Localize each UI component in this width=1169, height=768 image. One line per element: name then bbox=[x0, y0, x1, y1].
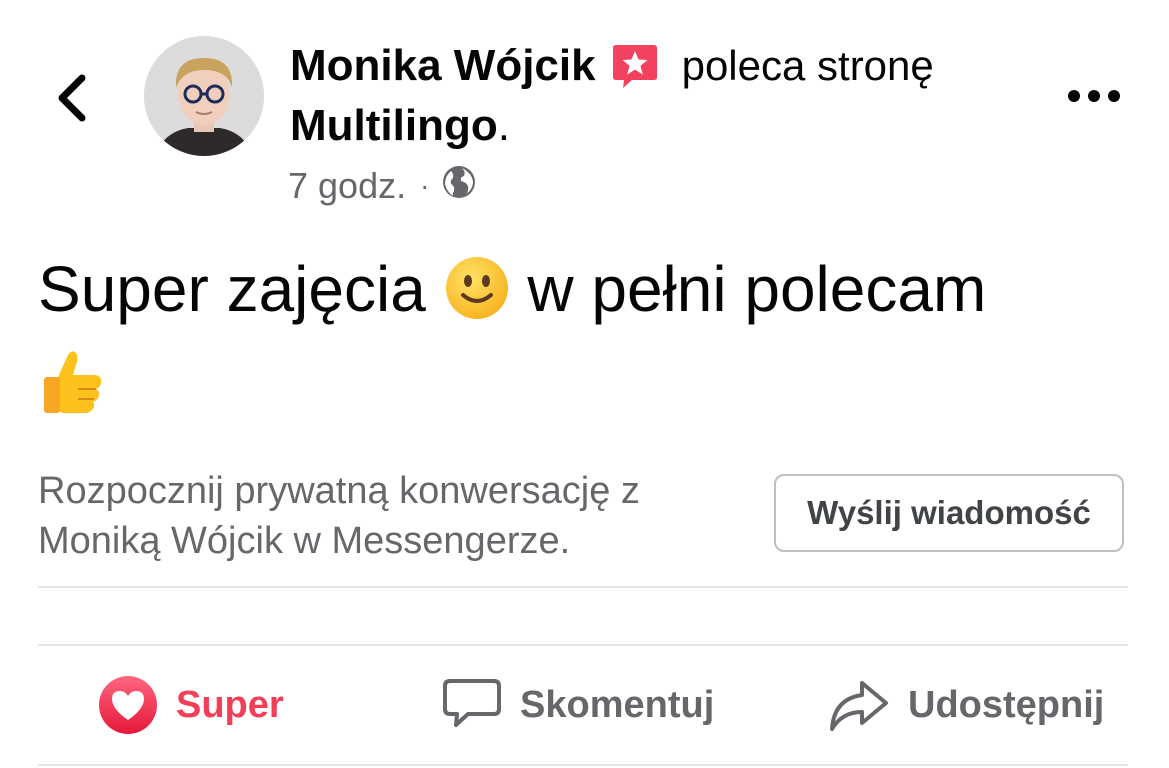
post-meta: 7 godz. · bbox=[288, 164, 477, 208]
comment-bubble-icon bbox=[443, 679, 501, 727]
post-text-part2: w pełni polecam bbox=[527, 253, 987, 325]
globe-icon bbox=[441, 164, 477, 209]
page-name-link[interactable]: Multilingo bbox=[290, 101, 498, 151]
page-name-suffix: . bbox=[497, 101, 510, 150]
post-header: Monika Wójcik poleca stronę bbox=[290, 40, 934, 92]
action-text: poleca stronę bbox=[681, 42, 934, 89]
recommendation-star-icon bbox=[610, 41, 660, 91]
meta-separator: · bbox=[420, 170, 430, 201]
more-options-button[interactable] bbox=[1064, 70, 1124, 122]
comment-button[interactable]: Skomentuj bbox=[442, 650, 714, 760]
share-label: Udostępnij bbox=[908, 683, 1105, 726]
post-time[interactable]: 7 godz. bbox=[288, 165, 406, 207]
divider-top bbox=[38, 586, 1128, 588]
divider-bottom bbox=[38, 764, 1128, 766]
like-button[interactable]: Super bbox=[98, 650, 284, 760]
more-dots-icon bbox=[1068, 90, 1120, 102]
page-line: Multilingo. bbox=[290, 100, 510, 152]
back-button[interactable] bbox=[44, 66, 100, 130]
like-label: Super bbox=[176, 683, 284, 726]
post-text: Super zajęcia w pełni polecam bbox=[38, 246, 1128, 438]
avatar[interactable] bbox=[144, 36, 264, 156]
messenger-cta-text: Rozpocznij prywatną konwersację z Moniką… bbox=[38, 470, 640, 562]
post-text-part1: Super zajęcia bbox=[38, 253, 426, 325]
share-button[interactable]: Udostępnij bbox=[828, 650, 1104, 760]
avatar-image bbox=[144, 36, 264, 156]
comment-label: Skomentuj bbox=[520, 683, 715, 726]
divider-middle bbox=[38, 644, 1128, 646]
action-bar: Super Skomentuj Udostępnij bbox=[38, 650, 1128, 760]
author-name[interactable]: Monika Wójcik bbox=[290, 41, 596, 91]
send-message-button[interactable]: Wyślij wiadomość bbox=[774, 474, 1124, 552]
chevron-left-icon bbox=[58, 74, 86, 122]
slightly-smiling-face-icon bbox=[444, 255, 510, 342]
thumbs-up-icon bbox=[38, 347, 108, 438]
heart-reaction-icon bbox=[99, 676, 157, 734]
share-arrow-icon bbox=[830, 681, 888, 731]
